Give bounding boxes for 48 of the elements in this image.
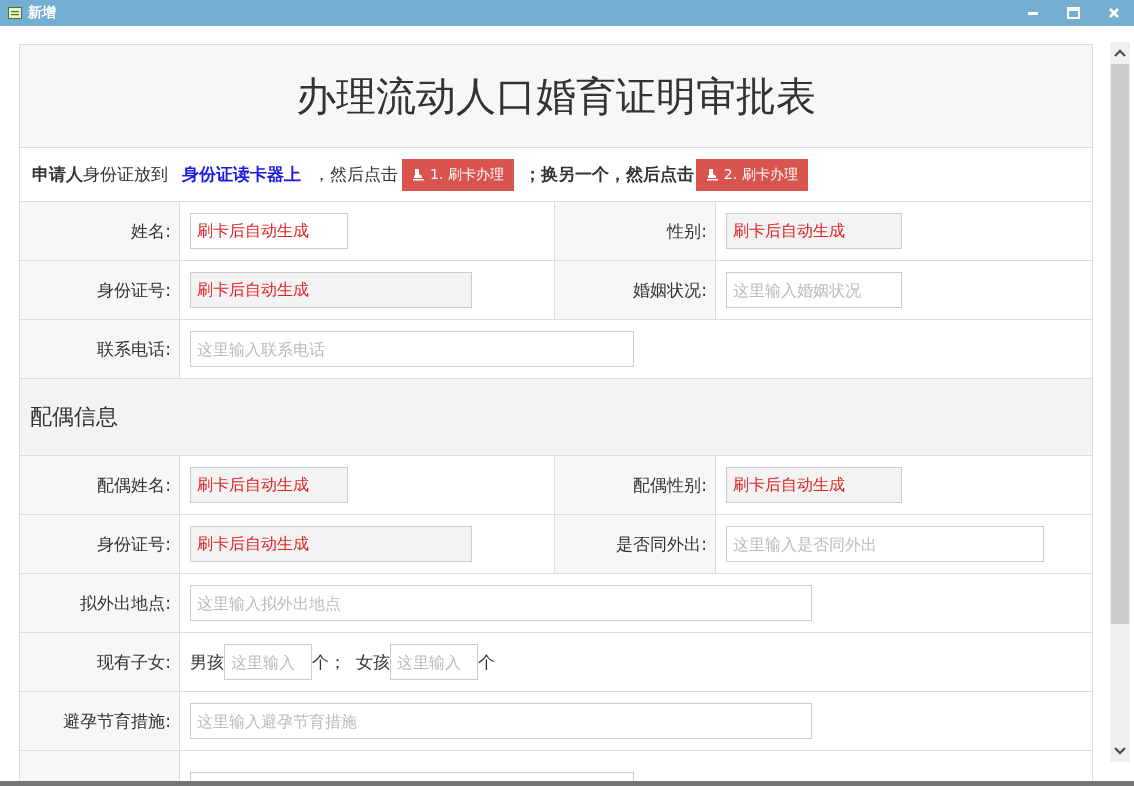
instruction-text: 身份证放到	[83, 163, 168, 186]
text-field[interactable]: 刷卡后自动生成	[726, 213, 902, 249]
field-label: 拟外出地点:	[80, 591, 171, 615]
text-field[interactable]: 这里输入避孕节育措施	[190, 703, 812, 739]
instruction-text: 申请人	[32, 163, 83, 186]
field-label: 身份证号:	[97, 532, 171, 556]
text-field[interactable]: 这里输入拟外出地点	[190, 585, 812, 621]
text-field[interactable]: 这里输入婚姻状况	[726, 272, 902, 308]
form-title: 办理流动人口婚育证明审批表	[296, 71, 816, 121]
unit-text: 男孩	[190, 650, 224, 674]
text-field[interactable]: 刷卡后自动生成	[190, 213, 348, 249]
swipe-card-button[interactable]: 2. 刷卡办理	[695, 158, 808, 191]
section-title: 配偶信息	[30, 403, 118, 431]
card-reader-text: 身份证读卡器上	[182, 163, 301, 186]
field-label: 配偶性别:	[633, 473, 707, 497]
scroll-down-icon[interactable]	[1113, 746, 1127, 756]
instruction-text: ；换另一个，然后点击	[523, 163, 694, 186]
close-icon[interactable]	[1108, 7, 1120, 19]
maximize-icon[interactable]	[1067, 7, 1080, 19]
field-label: 姓名:	[131, 219, 171, 243]
unit-text: 女孩	[356, 650, 390, 674]
swipe-card-button[interactable]: 1. 刷卡办理	[402, 158, 514, 191]
window-icon	[8, 7, 22, 19]
scrollbar-thumb[interactable]	[1111, 64, 1129, 624]
field-label: 是否同外出:	[616, 532, 707, 556]
text-field[interactable]: 这里输入联系电话	[190, 331, 634, 367]
scrollbar[interactable]	[1110, 42, 1130, 762]
field-label: 联系电话:	[97, 337, 171, 361]
field-label: 身份证号:	[97, 278, 171, 302]
text-field[interactable]: 这里输入是否同外出	[726, 526, 1044, 562]
text-field[interactable]: 刷卡后自动生成	[726, 467, 902, 503]
stamp-icon	[412, 168, 425, 181]
field-label: 避孕节育措施:	[63, 709, 171, 733]
field-label: 性别:	[667, 219, 707, 243]
unit-text: 个	[478, 650, 495, 674]
text-field[interactable]: 刷卡后自动生成	[190, 272, 472, 308]
field-label: 婚姻状况:	[633, 278, 707, 302]
field-label: 配偶姓名:	[97, 473, 171, 497]
scroll-up-icon[interactable]	[1113, 48, 1127, 58]
text-field[interactable]: 刷卡后自动生成	[190, 467, 348, 503]
text-field[interactable]: 刷卡后自动生成	[190, 526, 472, 562]
field-label: 现有子女:	[97, 650, 171, 674]
stamp-icon	[705, 168, 719, 181]
window-title: 新增	[28, 4, 56, 22]
count-field[interactable]: 这里输入	[224, 644, 312, 680]
instruction-text: ，然后点击	[313, 163, 398, 186]
unit-text: 个；	[312, 650, 346, 674]
count-field[interactable]: 这里输入	[390, 644, 478, 680]
